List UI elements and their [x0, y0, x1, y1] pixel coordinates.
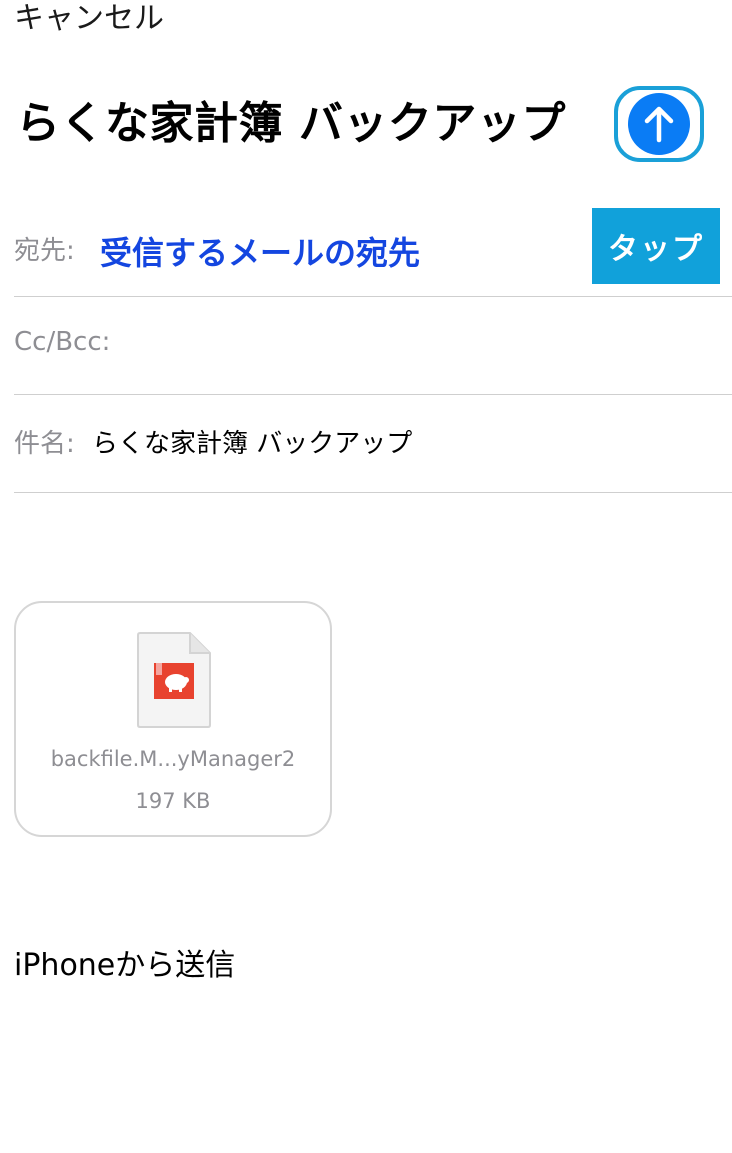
subject-field-row[interactable]: 件名: らくな家計簿 バックアップ [14, 395, 732, 493]
cancel-button[interactable]: キャンセル [14, 0, 164, 38]
cc-bcc-label: Cc/Bcc: [14, 327, 111, 357]
email-signature[interactable]: iPhoneから送信 [14, 940, 235, 984]
document-icon [137, 632, 211, 728]
attachment-card[interactable]: backfile.M...yManager2 197 KB [14, 601, 332, 837]
send-button[interactable] [614, 86, 704, 162]
subject-label: 件名: [14, 429, 75, 459]
to-field[interactable]: 受信するメールの宛先 [100, 228, 420, 274]
arrow-up-icon [644, 106, 674, 143]
to-field-row[interactable]: 宛先: 受信するメールの宛先 [14, 210, 732, 297]
attachment-file-size: 197 KB [135, 789, 211, 813]
email-subject-title: らくな家計簿 バックアップ [16, 98, 566, 149]
to-label: 宛先: [14, 236, 75, 266]
attachment-file-name: backfile.M...yManager2 [50, 747, 296, 771]
send-circle[interactable] [628, 93, 690, 155]
subject-field[interactable]: らくな家計簿 バックアップ [92, 423, 412, 460]
cc-bcc-field-row[interactable]: Cc/Bcc: [14, 297, 732, 395]
